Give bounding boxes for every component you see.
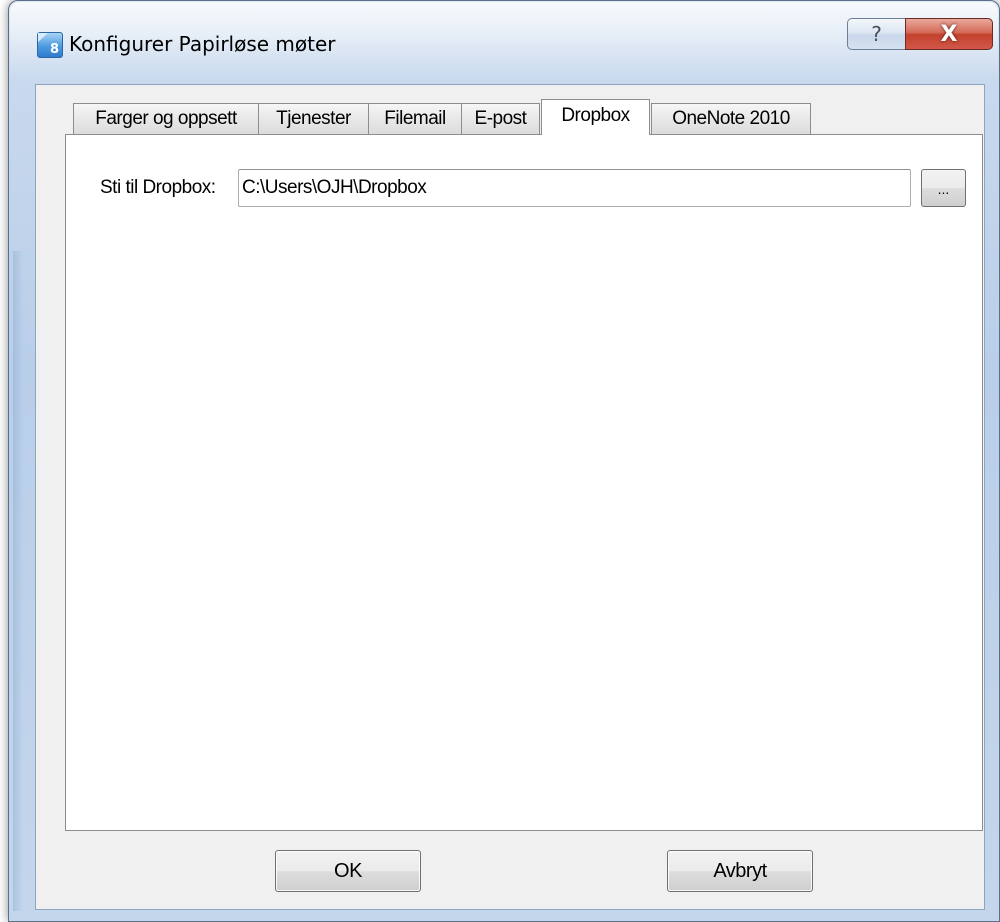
- window-title: Konfigurer Papirløse møter: [69, 32, 336, 56]
- app-icon: 8: [37, 32, 63, 58]
- tab-dropbox[interactable]: Dropbox: [541, 99, 650, 135]
- tab-farger-og-oppsett[interactable]: Farger og oppsett: [73, 103, 259, 134]
- caption-buttons: ? X: [847, 18, 993, 51]
- tab-label: Filemail: [384, 108, 446, 129]
- help-button[interactable]: ?: [847, 18, 905, 50]
- dropbox-tab-panel: Sti til Dropbox: ...: [65, 134, 983, 831]
- dialog-client-area: Farger og oppsett Tjenester Filemail E-p…: [35, 84, 985, 910]
- dropbox-path-label: Sti til Dropbox:: [100, 177, 216, 198]
- browse-button-label: ...: [937, 181, 950, 197]
- tab-e-post[interactable]: E-post: [461, 103, 540, 134]
- cancel-button[interactable]: Avbryt: [667, 850, 813, 892]
- tab-label: Dropbox: [561, 105, 630, 126]
- tab-tjenester[interactable]: Tjenester: [258, 103, 369, 134]
- ok-button[interactable]: OK: [275, 850, 421, 892]
- tab-onenote-2010[interactable]: OneNote 2010: [651, 103, 811, 134]
- title-bar[interactable]: 8 Konfigurer Papirløse møter ? X: [9, 1, 999, 85]
- ok-button-label: OK: [334, 859, 362, 882]
- dialog-window: 8 Konfigurer Papirløse møter ? X Farger …: [8, 0, 1000, 922]
- tab-label: Tjenester: [276, 108, 351, 129]
- close-icon: X: [940, 21, 958, 47]
- tab-label: E-post: [474, 108, 527, 129]
- tab-label: OneNote 2010: [672, 108, 790, 129]
- tab-label: Farger og oppsett: [95, 108, 237, 129]
- dropbox-path-input[interactable]: [238, 169, 911, 207]
- close-button[interactable]: X: [905, 18, 993, 50]
- cancel-button-label: Avbryt: [713, 859, 767, 882]
- tab-filemail[interactable]: Filemail: [368, 103, 462, 134]
- browse-button[interactable]: ...: [921, 169, 966, 207]
- help-icon: ?: [871, 22, 882, 46]
- app-icon-digit: 8: [49, 42, 59, 57]
